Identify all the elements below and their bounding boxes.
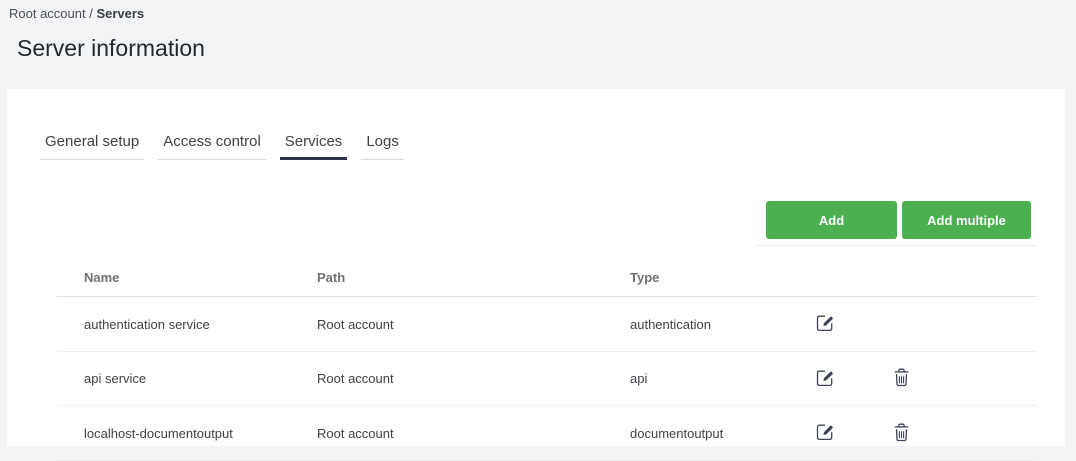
edit-icon bbox=[816, 423, 835, 441]
table-row: api service Root account api bbox=[57, 351, 1037, 406]
tab-services[interactable]: Services bbox=[279, 133, 348, 160]
edit-button[interactable] bbox=[815, 368, 835, 388]
tab-general-setup[interactable]: General setup bbox=[40, 133, 145, 160]
trash-icon bbox=[893, 368, 910, 387]
add-multiple-button[interactable]: Add multiple bbox=[902, 201, 1031, 239]
service-path-cell: Root account bbox=[290, 405, 603, 461]
edit-icon bbox=[816, 314, 835, 332]
table-header-row: Name Path Type bbox=[57, 257, 1037, 297]
delete-cell bbox=[864, 296, 1037, 352]
service-path-cell: Root account bbox=[290, 296, 603, 352]
column-header-type: Type bbox=[603, 257, 788, 297]
table-row: localhost-documentoutput Root account do… bbox=[57, 405, 1037, 461]
trash-icon bbox=[893, 423, 910, 442]
services-table-body: authentication service Root account auth… bbox=[57, 296, 1037, 461]
edit-cell bbox=[788, 405, 864, 461]
tab-logs[interactable]: Logs bbox=[361, 133, 404, 160]
column-header-name: Name bbox=[57, 257, 290, 297]
column-header-edit bbox=[788, 257, 864, 297]
edit-cell bbox=[788, 296, 864, 352]
column-header-path: Path bbox=[290, 257, 603, 297]
add-button[interactable]: Add bbox=[766, 201, 897, 239]
service-path-cell: Root account bbox=[290, 351, 603, 406]
service-type-cell: authentication bbox=[603, 296, 788, 352]
service-name-cell: authentication service bbox=[57, 296, 290, 352]
content-panel: General setup Access control Services Lo… bbox=[7, 89, 1065, 461]
toolbar: Add Add multiple bbox=[7, 201, 1037, 246]
breadcrumb-current: Servers bbox=[96, 6, 145, 21]
breadcrumb-root-link[interactable]: Root account bbox=[9, 6, 86, 21]
delete-button[interactable] bbox=[891, 368, 911, 388]
tab-bar: General setup Access control Services Lo… bbox=[40, 133, 1065, 160]
toolbar-button-group: Add Add multiple bbox=[757, 201, 1037, 246]
page-title: Server information bbox=[17, 35, 205, 61]
column-header-delete bbox=[864, 257, 1037, 297]
services-table: Name Path Type authentication service Ro… bbox=[57, 257, 1037, 461]
service-name-cell: localhost-documentoutput bbox=[57, 405, 290, 461]
service-type-cell: api bbox=[603, 351, 788, 406]
delete-cell bbox=[864, 351, 1037, 406]
service-name-cell: api service bbox=[57, 351, 290, 406]
delete-cell bbox=[864, 405, 1037, 461]
delete-button[interactable] bbox=[891, 422, 911, 442]
edit-button[interactable] bbox=[815, 422, 835, 442]
edit-cell bbox=[788, 351, 864, 406]
services-table-container: Name Path Type authentication service Ro… bbox=[57, 257, 1037, 461]
edit-icon bbox=[816, 369, 835, 387]
service-type-cell: documentoutput bbox=[603, 405, 788, 461]
table-row: authentication service Root account auth… bbox=[57, 296, 1037, 352]
breadcrumb: Root account / Servers bbox=[9, 6, 1076, 22]
top-bar: Root account / Servers Server informatio… bbox=[0, 0, 1076, 62]
breadcrumb-separator: / bbox=[85, 6, 97, 21]
tab-access-control[interactable]: Access control bbox=[158, 133, 266, 160]
edit-button[interactable] bbox=[815, 313, 835, 333]
